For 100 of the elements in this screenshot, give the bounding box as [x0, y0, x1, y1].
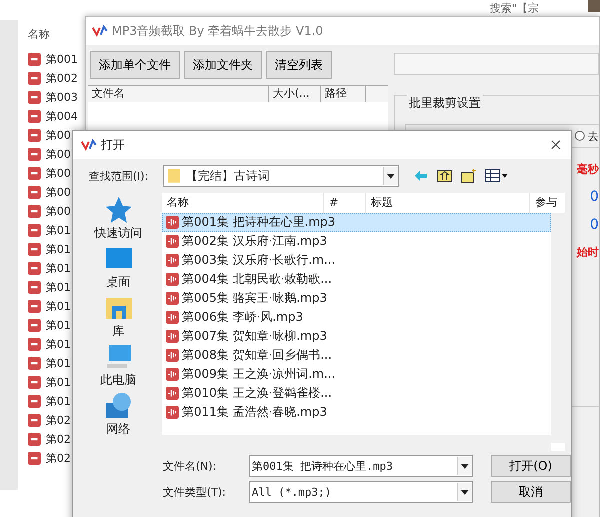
file-name[interactable]: 第02: [46, 451, 71, 466]
audio-file-icon: [28, 395, 41, 408]
audio-file-icon: [28, 91, 41, 104]
file-name[interactable]: 第01: [46, 356, 71, 371]
file-row[interactable]: 第002集 汉乐府·江南.mp3: [162, 232, 352, 251]
column-header[interactable]: 参与: [530, 193, 565, 213]
audio-file-icon: [28, 433, 41, 446]
place-label[interactable]: 此电脑: [100, 372, 137, 389]
file-name[interactable]: 第02: [46, 413, 71, 428]
audio-file-icon: [28, 357, 41, 370]
audio-file-icon: [28, 281, 41, 294]
audio-file-icon: [166, 349, 180, 362]
close-icon[interactable]: [551, 140, 561, 150]
audio-file-icon: [166, 254, 180, 267]
audio-file-icon: [28, 452, 41, 465]
photo-placeholder: [588, 0, 600, 12]
audio-file-icon: [28, 205, 41, 218]
look-in-label: 查找范围(I):: [89, 168, 150, 184]
toolbar-button[interactable]: 添加文件夹: [184, 51, 262, 79]
file-name[interactable]: 第01: [46, 375, 71, 390]
audio-file-icon: [28, 414, 41, 427]
file-name[interactable]: 第01: [46, 394, 71, 409]
file-name[interactable]: 第01: [46, 261, 71, 276]
file-name[interactable]: 第01: [46, 337, 71, 352]
file-name[interactable]: 第01: [46, 318, 71, 333]
column-header[interactable]: 路径: [321, 86, 366, 102]
audio-file-icon: [166, 235, 180, 248]
audio-file-icon: [28, 167, 41, 180]
file-type-dropdown[interactable]: All (*.mp3;): [249, 481, 473, 503]
file-row[interactable]: 第001集 把诗种在心里.mp3: [162, 213, 551, 232]
file-name[interactable]: 第00: [46, 166, 71, 181]
audio-file-icon: [166, 292, 180, 305]
column-header[interactable]: 大小(...: [269, 86, 321, 102]
file-row[interactable]: 第011集 孟浩然·春晓.mp3: [162, 403, 352, 422]
file-name[interactable]: 第01: [46, 242, 71, 257]
text-field[interactable]: [394, 53, 599, 75]
audio-file-icon: [166, 216, 180, 229]
app-logo-icon: [81, 139, 97, 151]
file-row[interactable]: 第010集 王之涣·登鹳雀楼...: [162, 384, 352, 403]
file-name[interactable]: 第02: [46, 432, 71, 447]
file-name[interactable]: 第00: [46, 185, 71, 200]
file-name[interactable]: 第01: [46, 299, 71, 314]
file-row[interactable]: 第006集 李峤·风.mp3: [162, 308, 352, 327]
file-name[interactable]: 第01: [46, 223, 71, 238]
setting-text: 0: [590, 189, 599, 205]
new-folder-icon[interactable]: [461, 168, 477, 184]
audio-file-icon: [166, 368, 180, 381]
caret-icon: [461, 490, 469, 494]
audio-file-icon: [28, 110, 41, 123]
place-label[interactable]: 桌面: [106, 274, 131, 291]
audio-file-icon: [28, 129, 41, 142]
up-folder-icon[interactable]: [437, 168, 453, 184]
file-name[interactable]: 第002: [46, 71, 78, 86]
setting-text: 毫秒: [577, 162, 599, 177]
file-name[interactable]: 第01: [46, 280, 71, 295]
toolbar-button[interactable]: 添加单个文件: [90, 51, 180, 79]
folder-icon: [168, 168, 180, 184]
dialog-title: 打开: [101, 136, 126, 154]
radio-label: 去: [588, 128, 599, 144]
open-button[interactable]: 打开(O): [491, 455, 571, 477]
audio-file-icon: [166, 273, 180, 286]
column-header[interactable]: 名称: [28, 20, 50, 50]
file-name[interactable]: 第004: [46, 109, 78, 124]
audio-file-icon: [28, 319, 41, 332]
place-label[interactable]: 快速访问: [94, 225, 143, 242]
network-icon[interactable]: [104, 391, 134, 421]
file-name[interactable]: 第00: [46, 128, 71, 143]
toolbar-button[interactable]: 清空列表: [266, 51, 332, 79]
scrollbar[interactable]: [551, 213, 565, 443]
audio-file-icon: [28, 262, 41, 275]
setting-text: 0: [590, 217, 599, 233]
place-label[interactable]: 网络: [106, 421, 131, 438]
audio-file-icon: [166, 387, 180, 400]
file-name[interactable]: 第003: [46, 90, 78, 105]
file-name[interactable]: 第001: [46, 52, 78, 67]
file-row[interactable]: 第009集 王之涣·凉州词.m...: [162, 365, 352, 384]
star-icon[interactable]: [104, 195, 134, 225]
file-name[interactable]: 第00: [46, 204, 71, 219]
app-logo-icon: [92, 25, 108, 37]
file-row[interactable]: 第005集 骆宾王·咏鹅.mp3: [162, 289, 352, 308]
file-row[interactable]: 第008集 贺知章·回乡偶书...: [162, 346, 352, 365]
file-row[interactable]: 第004集 北朝民歌·敕勒歌...: [162, 270, 352, 289]
view-menu-icon[interactable]: [485, 168, 509, 184]
cancel-button[interactable]: 取消: [491, 481, 571, 503]
caret-icon: [387, 174, 395, 178]
audio-file-icon: [28, 338, 41, 351]
file-row[interactable]: 第003集 汉乐府·长歌行.m...: [162, 251, 352, 270]
radio-button[interactable]: [575, 131, 585, 141]
file-type-label: 文件类型(T):: [163, 484, 228, 500]
look-in-dropdown[interactable]: 【完结】古诗词: [163, 165, 399, 187]
audio-file-icon: [166, 311, 180, 324]
file-name[interactable]: 第00: [46, 147, 71, 162]
group-title: 批里裁剪设置: [407, 95, 483, 112]
audio-file-icon: [28, 376, 41, 389]
audio-file-icon: [28, 72, 41, 85]
audio-file-icon: [28, 300, 41, 313]
file-row[interactable]: 第007集 贺知章·咏柳.mp3: [162, 327, 352, 346]
column-header[interactable]: 文件名: [88, 86, 269, 102]
file-name-field[interactable]: 第001集 把诗种在心里.mp3: [249, 455, 473, 477]
place-label[interactable]: 库: [112, 323, 125, 340]
